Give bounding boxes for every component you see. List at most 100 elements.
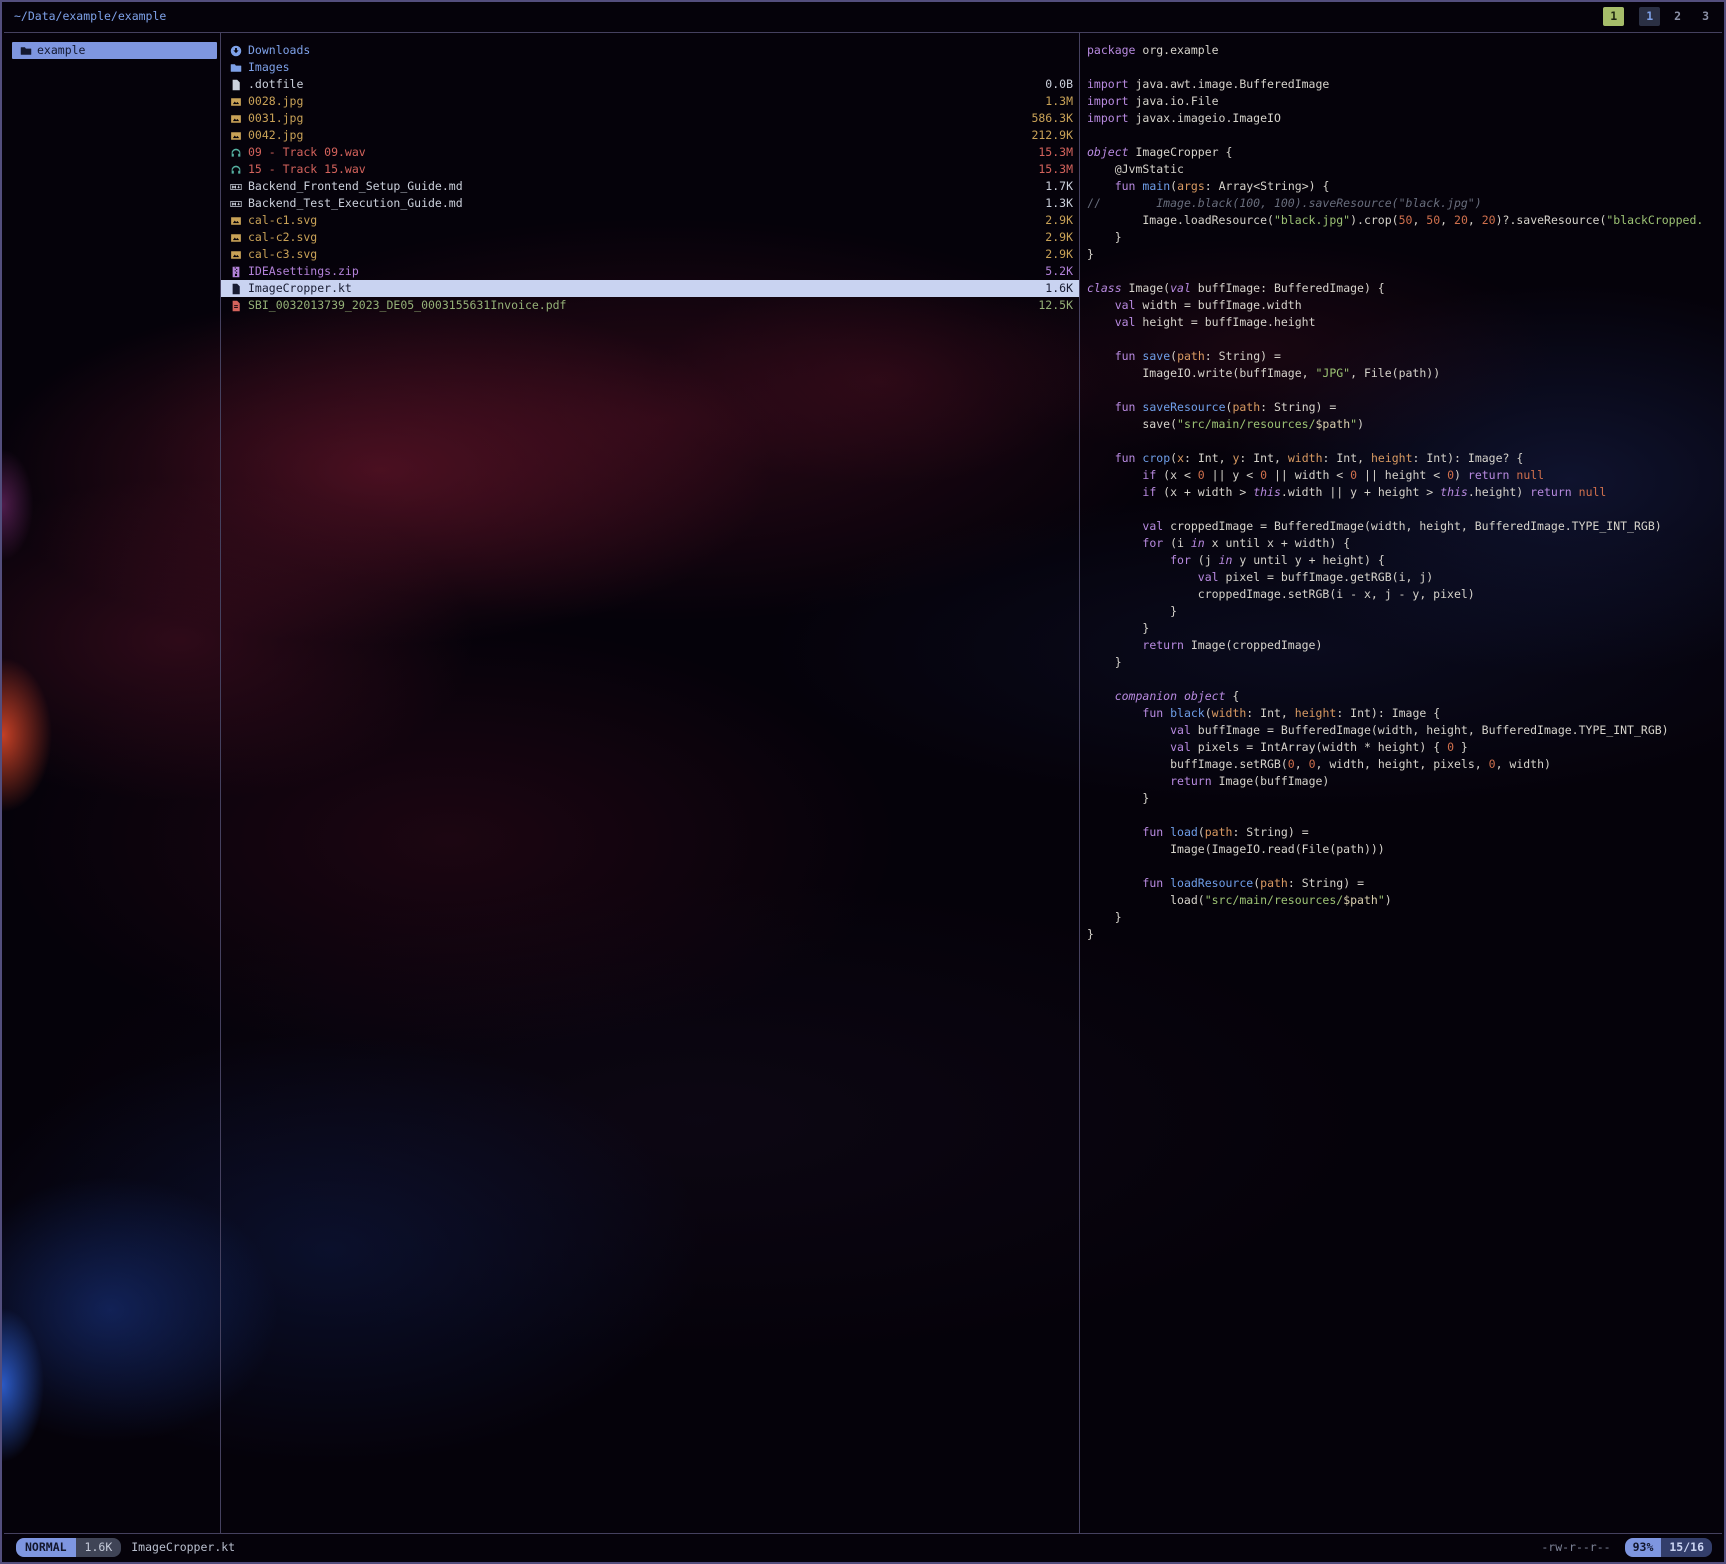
code-line — [1087, 433, 1722, 450]
file-row[interactable]: 0028.jpg1.3M — [221, 93, 1079, 110]
code-line: save("src/main/resources/$path") — [1087, 416, 1722, 433]
file-row[interactable]: cal-c1.svg2.9K — [221, 212, 1079, 229]
code-line: import java.io.File — [1087, 93, 1722, 110]
file-name: Images — [248, 59, 290, 76]
code-line: fun main(args: Array<String>) { — [1087, 178, 1722, 195]
terminal-window: ~/Data/example/example 1 123 example Dow… — [0, 0, 1726, 1564]
code-line: } — [1087, 654, 1722, 671]
markdown-icon — [230, 198, 242, 210]
file-row[interactable]: Images — [221, 59, 1079, 76]
file-row[interactable]: ImageCropper.kt1.6K — [221, 280, 1079, 297]
pdf-icon — [230, 300, 242, 312]
code-line: val pixel = buffImage.getRGB(i, j) — [1087, 569, 1722, 586]
parent-pane: example — [6, 33, 221, 1533]
file-size: 2.9K — [1037, 246, 1073, 263]
code-line: return Image(croppedImage) — [1087, 637, 1722, 654]
code-line: // Image.black(100, 100).saveResource("b… — [1087, 195, 1722, 212]
breadcrumb-path: ~/Data/example/example — [14, 8, 166, 25]
tab-1[interactable]: 1 — [1639, 7, 1660, 26]
code-line: val pixels = IntArray(width * height) { … — [1087, 739, 1722, 756]
code-line: if (x < 0 || y < 0 || width < 0 || heigh… — [1087, 467, 1722, 484]
file-name: .dotfile — [248, 76, 303, 93]
code-line: } — [1087, 790, 1722, 807]
audio-icon — [230, 147, 242, 159]
file-size: 15.3M — [1030, 144, 1073, 161]
file-row[interactable]: cal-c3.svg 2.9K — [221, 246, 1079, 263]
code-line: } — [1087, 926, 1722, 943]
file-row[interactable]: Downloads — [221, 42, 1079, 59]
panes-container: example DownloadsImages.dotfile0.0B0028.… — [4, 32, 1722, 1534]
code-line: } — [1087, 603, 1722, 620]
parent-item-example[interactable]: example — [12, 42, 217, 59]
archive-icon — [230, 266, 242, 278]
tab-3[interactable]: 3 — [1695, 7, 1716, 26]
code-line: @JvmStatic — [1087, 161, 1722, 178]
code-line: if (x + width > this.width || y + height… — [1087, 484, 1722, 501]
file-name: Backend_Frontend_Setup_Guide.md — [248, 178, 463, 195]
status-filename: ImageCropper.kt — [131, 1539, 235, 1556]
image-icon — [230, 232, 242, 244]
code-line: package org.example — [1087, 42, 1722, 59]
code-line: class Image(val buffImage: BufferedImage… — [1087, 280, 1722, 297]
file-icon — [230, 283, 242, 295]
file-row[interactable]: 09 - Track 09.wav15.3M — [221, 144, 1079, 161]
file-size: 12.5K — [1030, 297, 1073, 314]
file-icon — [230, 79, 242, 91]
status-right: -rw-r--r-- 93% 15/16 — [1541, 1538, 1712, 1557]
folder-icon — [230, 62, 242, 74]
markdown-icon — [230, 181, 242, 193]
file-name: ImageCropper.kt — [248, 280, 352, 297]
image-icon — [230, 130, 242, 142]
topbar: ~/Data/example/example 1 123 — [2, 2, 1724, 30]
code-line: val buffImage = BufferedImage(width, hei… — [1087, 722, 1722, 739]
tasks-badge: 1 — [1603, 7, 1624, 26]
file-name: cal-c3.svg — [248, 246, 317, 263]
preview-pane: package org.exampleimport java.awt.image… — [1080, 33, 1722, 1533]
file-name: 0031.jpg — [248, 110, 303, 127]
file-row[interactable]: SBI_0032013739_2023_DE05_0003155631Invoi… — [221, 297, 1079, 314]
cursor-position-badge: 15/16 — [1661, 1538, 1712, 1557]
file-name: cal-c1.svg — [248, 212, 317, 229]
file-size: 0.0B — [1037, 76, 1073, 93]
file-size: 2.9K — [1037, 229, 1073, 246]
file-size-badge: 1.6K — [76, 1538, 122, 1557]
code-line: return Image(buffImage) — [1087, 773, 1722, 790]
file-size: 5.2K — [1037, 263, 1073, 280]
file-size: 15.3M — [1030, 161, 1073, 178]
image-icon — [230, 249, 242, 261]
code-line: load("src/main/resources/$path") — [1087, 892, 1722, 909]
tab-2[interactable]: 2 — [1667, 7, 1688, 26]
code-line: } — [1087, 620, 1722, 637]
code-line: object ImageCropper { — [1087, 144, 1722, 161]
file-row[interactable]: IDEAsettings.zip 5.2K — [221, 263, 1079, 280]
code-line: fun crop(x: Int, y: Int, width: Int, hei… — [1087, 450, 1722, 467]
code-line: fun loadResource(path: String) = — [1087, 875, 1722, 892]
code-line: for (j in y until y + height) { — [1087, 552, 1722, 569]
file-name: cal-c2.svg — [248, 229, 317, 246]
code-line — [1087, 263, 1722, 280]
code-line: Image.loadResource("black.jpg").crop(50,… — [1087, 212, 1722, 229]
file-size: 1.3K — [1037, 195, 1073, 212]
code-line — [1087, 501, 1722, 518]
file-row[interactable]: 15 - Track 15.wav15.3M — [221, 161, 1079, 178]
file-name: Backend_Test_Execution_Guide.md — [248, 195, 463, 212]
code-line: ImageIO.write(buffImage, "JPG", File(pat… — [1087, 365, 1722, 382]
file-row[interactable]: Backend_Frontend_Setup_Guide.md1.7K — [221, 178, 1079, 195]
file-size: 212.9K — [1023, 127, 1073, 144]
file-row[interactable]: .dotfile 0.0B — [221, 76, 1079, 93]
code-line — [1087, 127, 1722, 144]
file-name: IDEAsettings.zip — [248, 263, 359, 280]
status-bar: NORMAL 1.6K ImageCropper.kt -rw-r--r-- 9… — [4, 1534, 1722, 1560]
code-line: val height = buffImage.height — [1087, 314, 1722, 331]
code-line — [1087, 858, 1722, 875]
code-line: } — [1087, 909, 1722, 926]
file-row[interactable]: Backend_Test_Execution_Guide.md 1.3K — [221, 195, 1079, 212]
image-icon — [230, 96, 242, 108]
file-name: 0028.jpg — [248, 93, 303, 110]
file-row[interactable]: 0042.jpg212.9K — [221, 127, 1079, 144]
mode-badge: NORMAL — [16, 1538, 76, 1557]
code-line: fun saveResource(path: String) = — [1087, 399, 1722, 416]
scroll-percent-badge: 93% — [1625, 1538, 1662, 1557]
file-row[interactable]: cal-c2.svg 2.9K — [221, 229, 1079, 246]
file-row[interactable]: 0031.jpg586.3K — [221, 110, 1079, 127]
